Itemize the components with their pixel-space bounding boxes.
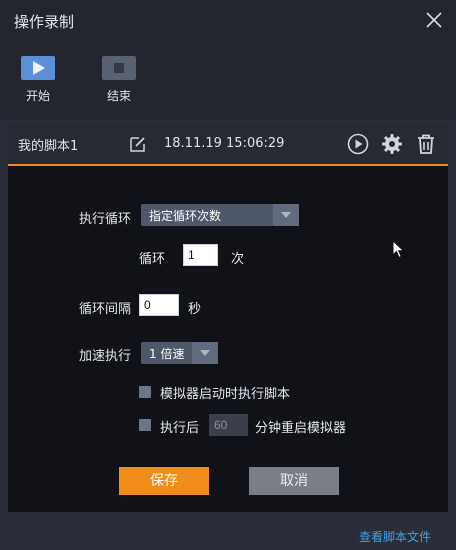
script-datetime: 18.11.19 15:06:29 [164,136,285,151]
restart-prefix: 执行后 [160,421,200,436]
loop-count-input[interactable] [183,244,218,266]
chevron-down-icon [273,204,299,226]
edit-icon[interactable] [129,135,147,153]
window-title: 操作录制 [14,13,75,31]
trash-icon[interactable] [415,133,437,155]
stop-icon [102,56,136,80]
title-bar: 操作录制 [0,0,456,42]
loop-count-label: 循环 [139,252,166,267]
start-record-button[interactable]: 开始 [16,56,60,104]
interval-input[interactable] [139,294,179,316]
play-icon [21,56,55,80]
loop-mode-value: 指定循环次数 [149,209,222,223]
close-icon[interactable] [424,10,444,30]
autorun-checkbox[interactable] [139,386,151,398]
loop-mode-select[interactable]: 指定循环次数 [141,204,299,226]
script-row: 我的脚本1 18.11.19 15:06:29 [8,124,448,166]
restart-checkbox[interactable] [139,419,151,431]
restart-minutes-input[interactable] [209,414,248,436]
mouse-cursor-icon [392,240,405,259]
cancel-button[interactable]: 取消 [249,467,339,495]
speed-value: 1 倍速 [149,347,185,361]
view-scripts-link[interactable]: 查看脚本文件 [359,528,431,545]
loop-label: 执行循环 [79,212,132,227]
stop-label: 结束 [106,89,131,103]
stop-record-button[interactable]: 结束 [97,56,141,104]
autorun-label: 模拟器启动时执行脚本 [160,387,291,402]
speed-select[interactable]: 1 倍速 [141,342,218,364]
record-toolbar: 开始 结束 [0,42,456,120]
loop-count-unit: 次 [231,252,245,267]
restart-suffix: 分钟重启模拟器 [255,421,347,436]
interval-unit: 秒 [188,302,202,317]
script-name: 我的脚本1 [18,139,79,154]
speed-label: 加速执行 [79,349,132,364]
start-label: 开始 [25,89,50,103]
interval-label: 循环间隔 [79,302,132,317]
play-script-icon[interactable] [347,133,369,155]
save-button[interactable]: 保存 [119,467,209,495]
gear-icon[interactable] [381,133,403,155]
chevron-down-icon [192,342,218,364]
